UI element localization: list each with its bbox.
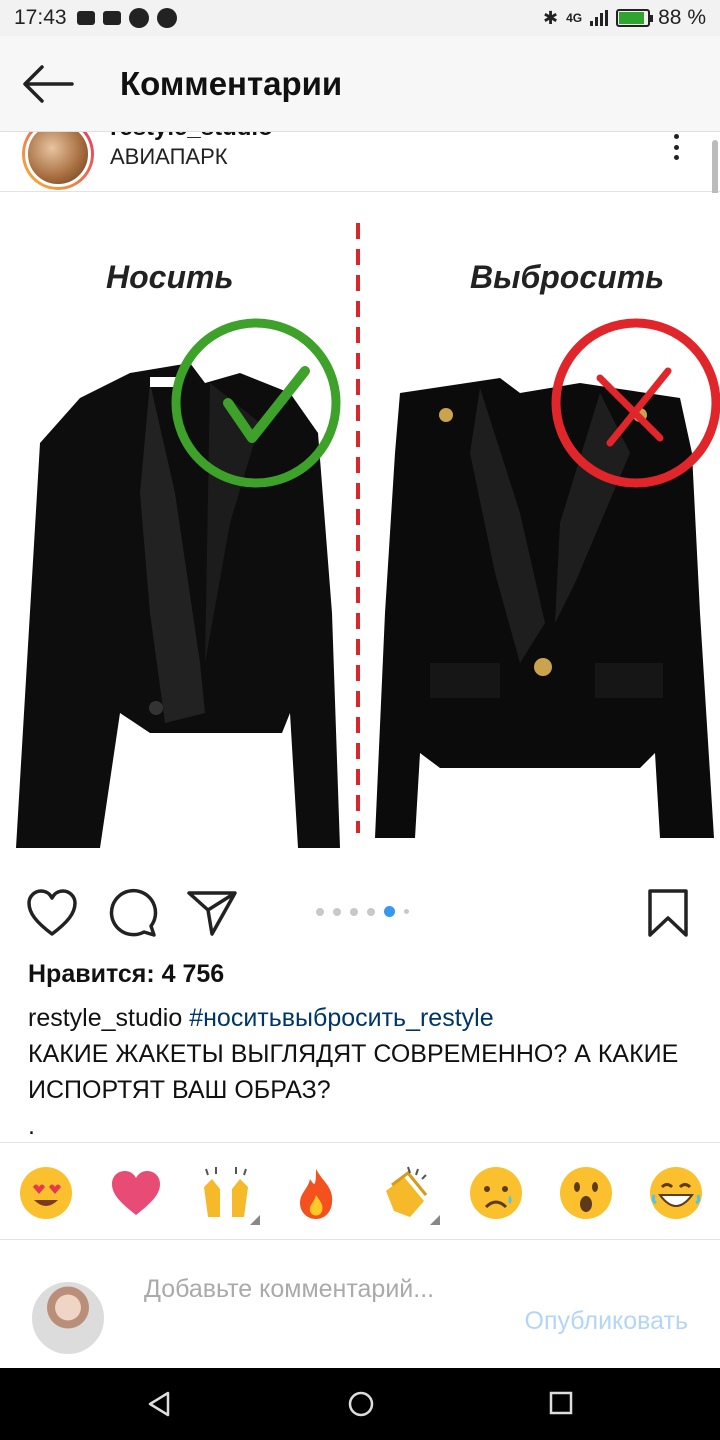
throw-away-label: Выбросить (470, 259, 665, 295)
laughing-face-emoji-icon[interactable] (648, 1165, 704, 1221)
author-username[interactable]: restyle_studio (110, 132, 273, 142)
post-image[interactable]: Носить Выбросить (0, 193, 720, 865)
network-type: 4G (566, 11, 583, 25)
caption-text: КАКИЕ ЖАКЕТЫ ВЫГЛЯДЯТ СОВРЕМЕННО? А КАКИ… (28, 1040, 679, 1104)
chrome-icon-2 (156, 8, 177, 28)
nav-recents-icon[interactable] (548, 1390, 574, 1416)
fire-emoji-icon[interactable] (288, 1165, 344, 1221)
nav-back-icon[interactable] (146, 1390, 172, 1418)
carousel-dot (316, 907, 324, 916)
post-caption: restyle_studio #носитьвыбросить_restyle … (28, 1000, 688, 1108)
crying-face-emoji-icon[interactable] (468, 1165, 524, 1221)
comment-icon[interactable] (108, 888, 158, 938)
post-header: restyle_studio АВИАПАРК (0, 132, 720, 192)
system-nav-bar (0, 1368, 720, 1440)
surprised-face-emoji-icon[interactable] (558, 1165, 614, 1221)
back-button[interactable] (0, 36, 96, 132)
more-options-button[interactable] (666, 134, 686, 160)
chrome-icon (128, 8, 149, 28)
publish-button[interactable]: Опубликовать (525, 1307, 688, 1336)
post-actions (0, 880, 720, 946)
heart-emoji-icon[interactable] (108, 1165, 164, 1221)
clapping-hands-emoji-icon[interactable] (378, 1165, 440, 1225)
carousel-dot (404, 909, 409, 914)
signal-icon (590, 10, 609, 26)
battery-icon (616, 9, 654, 27)
caption-dot: . (28, 1112, 35, 1140)
carousel-dot (350, 907, 358, 916)
caption-username[interactable]: restyle_studio (28, 1004, 182, 1032)
nav-home-icon[interactable] (347, 1390, 375, 1418)
comment-input[interactable]: Добавьте комментарий... (144, 1273, 474, 1306)
structured-jacket-illustration (375, 378, 714, 838)
video-call-icon (76, 11, 95, 25)
battery-level (619, 12, 644, 24)
video-call-icon-2 (102, 11, 121, 25)
scrollbar[interactable] (712, 140, 718, 198)
arrow-left-icon (23, 64, 74, 103)
share-direct-icon[interactable] (186, 888, 238, 938)
current-user-avatar (32, 1282, 104, 1354)
carousel-dot (367, 907, 375, 916)
likes-count[interactable]: Нравится: 4 756 (28, 960, 224, 989)
carousel-dot (384, 906, 395, 917)
bluetooth-icon: ✱ (543, 7, 559, 28)
emoji-quick-bar (0, 1142, 720, 1240)
battery-percent: 88 % (658, 6, 706, 29)
cropped-jacket-illustration (16, 363, 340, 848)
caption-hashtag[interactable]: #носитьвыбросить_restyle (189, 1004, 493, 1032)
page-title: Комментарии (120, 64, 343, 102)
status-time: 17:43 (14, 6, 67, 29)
bookmark-icon[interactable] (646, 888, 690, 938)
post-location[interactable]: АВИАПАРК (110, 144, 228, 170)
status-bar: 17:43 ✱ 4G 88 % (0, 0, 720, 36)
like-heart-icon[interactable] (26, 888, 78, 938)
author-avatar[interactable] (22, 132, 94, 190)
wear-label: Носить (106, 259, 234, 295)
heart-eyes-emoji-icon[interactable] (18, 1165, 74, 1221)
comment-composer: Добавьте комментарий... Опубликовать (0, 1241, 720, 1368)
raised-hands-emoji-icon[interactable] (198, 1165, 260, 1225)
app-header: Комментарии (0, 36, 720, 132)
carousel-dot (333, 907, 341, 916)
carousel-indicator (316, 906, 409, 917)
